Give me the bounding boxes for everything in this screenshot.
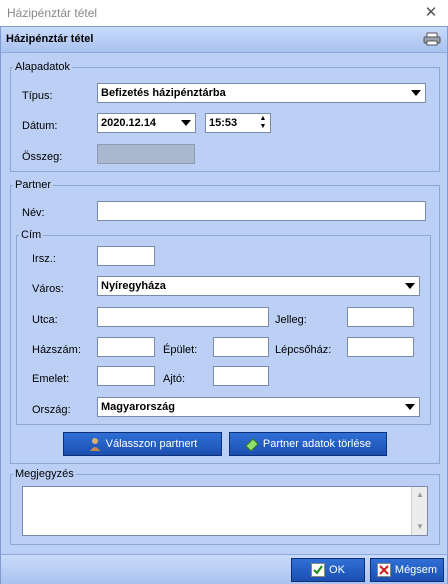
jelleg-field[interactable]	[347, 307, 414, 327]
alapadatok-legend: Alapadatok	[15, 61, 71, 73]
datum-value: 2020.12.14	[101, 117, 157, 129]
hazszam-field[interactable]	[97, 337, 155, 357]
cancel-button[interactable]: Mégsem	[370, 558, 444, 582]
nev-label: Név:	[22, 207, 45, 219]
varos-select[interactable]: Nyíregyháza	[97, 276, 420, 296]
person-icon	[89, 438, 100, 452]
irsz-field[interactable]	[97, 246, 155, 266]
chevron-down-icon[interactable]	[181, 120, 191, 126]
close-icon[interactable]: ✕	[420, 2, 442, 24]
scroll-down-icon[interactable]: ▼	[414, 521, 426, 533]
select-partner-button[interactable]: Válasszon partnert	[63, 432, 222, 456]
megjegyzes-textarea[interactable]: ▲ ▼	[22, 486, 428, 536]
chevron-down-icon[interactable]	[405, 404, 415, 410]
chevron-down-icon[interactable]	[405, 283, 415, 289]
window-title: Házipénztár tétel	[7, 6, 98, 20]
dialog-title: Házipénztár tétel	[6, 33, 94, 45]
chevron-down-icon[interactable]	[411, 90, 421, 96]
osszeg-label: Összeg:	[22, 151, 63, 163]
time-spinner[interactable]: 15:53 ▲ ▼	[205, 113, 271, 133]
utca-label: Utca:	[32, 314, 58, 326]
ok-label: OK	[329, 564, 345, 576]
irsz-label: Irsz.:	[32, 253, 56, 265]
window-titlebar: Házipénztár tétel ✕	[0, 0, 448, 26]
cancel-icon	[376, 563, 391, 578]
megjegyzes-legend: Megjegyzés	[15, 468, 74, 480]
emelet-label: Emelet:	[32, 373, 70, 385]
epulet-label: Épület:	[163, 344, 198, 356]
dialog-header: Házipénztár tétel	[1, 27, 447, 53]
ajto-label: Ajtó:	[163, 373, 186, 385]
time-value: 15:53	[209, 117, 238, 129]
scroll-up-icon[interactable]: ▲	[414, 489, 426, 501]
jelleg-label: Jelleg:	[275, 314, 307, 326]
eraser-icon	[245, 438, 259, 452]
clear-partner-button[interactable]: Partner adatok törlése	[229, 432, 387, 456]
epulet-field[interactable]	[213, 337, 269, 357]
ok-button[interactable]: OK	[291, 558, 365, 582]
printer-icon[interactable]	[423, 32, 441, 46]
cim-group: Cím	[16, 229, 431, 425]
osszeg-field	[97, 144, 195, 164]
datum-picker[interactable]: 2020.12.14	[97, 113, 196, 133]
clear-partner-label: Partner adatok törlése	[262, 438, 372, 450]
orszag-value: Magyarország	[101, 401, 175, 413]
cancel-label: Mégsem	[394, 564, 438, 576]
tipus-select[interactable]: Befizetés házipénztárba	[97, 83, 426, 103]
datum-label: Dátum:	[22, 120, 58, 132]
cim-legend: Cím	[21, 229, 42, 241]
varos-label: Város:	[32, 283, 64, 295]
dialog-body: Házipénztár tétel Alapadatok Típus: Befi…	[0, 26, 448, 584]
emelet-field[interactable]	[97, 366, 155, 386]
varos-value: Nyíregyháza	[101, 280, 166, 292]
hazszam-label: Házszám:	[32, 344, 81, 356]
utca-field[interactable]	[97, 307, 269, 327]
partner-legend: Partner	[15, 179, 52, 191]
tipus-value: Befizetés házipénztárba	[101, 87, 226, 99]
tipus-label: Típus:	[22, 90, 53, 102]
ajto-field[interactable]	[213, 366, 269, 386]
lepcsohaz-field[interactable]	[347, 337, 414, 357]
lepcsohaz-label: Lépcsőház:	[275, 344, 332, 356]
orszag-label: Ország:	[32, 404, 71, 416]
dialog-footer: OK Mégsem	[1, 554, 447, 584]
select-partner-label: Válasszon partnert	[105, 438, 198, 450]
scrollbar[interactable]: ▲ ▼	[411, 487, 427, 535]
orszag-select[interactable]: Magyarország	[97, 397, 420, 417]
nev-field[interactable]	[97, 201, 426, 221]
spin-arrows-icon[interactable]: ▲ ▼	[258, 115, 268, 131]
check-icon	[311, 563, 326, 578]
